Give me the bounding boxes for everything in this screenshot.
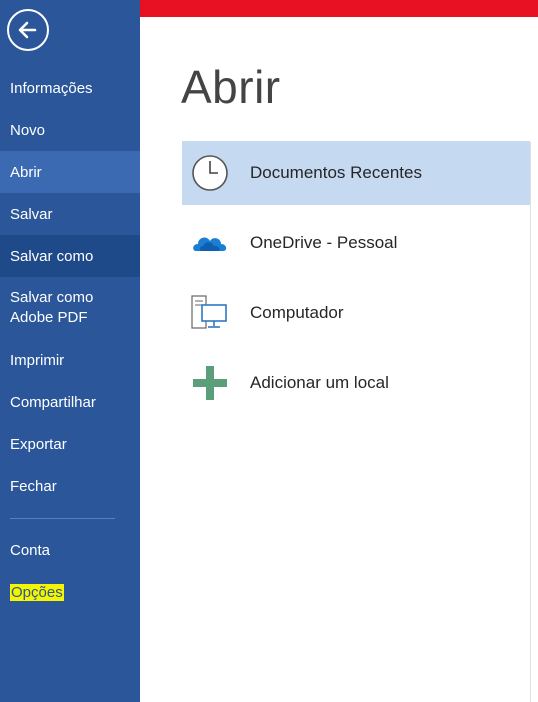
nav-salvar-como-adobe-pdf[interactable]: Salvar como Adobe PDF — [0, 277, 140, 339]
nav-fechar[interactable]: Fechar — [0, 465, 140, 507]
top-accent-bar — [140, 0, 538, 17]
nav-label: Fechar — [10, 477, 57, 495]
nav-label: Salvar como — [10, 247, 94, 265]
pane-divider — [530, 142, 531, 702]
location-documentos-recentes[interactable]: Documentos Recentes — [182, 141, 530, 205]
location-label: OneDrive - Pessoal — [250, 233, 398, 252]
location-label: Adicionar um local — [250, 373, 389, 392]
plus-icon — [193, 366, 227, 400]
back-arrow-icon — [18, 21, 37, 39]
location-adicionar-um-local[interactable]: Adicionar um local — [182, 351, 530, 415]
nav-label: Exportar — [10, 435, 67, 453]
location-onedrive-pessoal[interactable]: OneDrive - Pessoal — [182, 211, 530, 275]
nav-label: Salvar — [10, 205, 53, 223]
location-label: Documentos Recentes — [250, 163, 422, 182]
onedrive-cloud-icon — [193, 237, 227, 251]
backstage-sidebar: Informações Novo Abrir Salvar Salvar com… — [0, 0, 140, 702]
nav-novo[interactable]: Novo — [0, 109, 140, 151]
nav-divider — [10, 518, 115, 519]
nav-exportar[interactable]: Exportar — [0, 423, 140, 465]
nav-abrir[interactable]: Abrir — [0, 151, 140, 193]
nav-label: Conta — [10, 541, 51, 559]
nav-opcoes[interactable]: Opções — [0, 571, 140, 613]
clock-icon — [192, 155, 228, 191]
nav-compartilhar[interactable]: Compartilhar — [0, 381, 140, 423]
location-computador[interactable]: Computador — [182, 281, 530, 345]
back-button[interactable] — [7, 9, 49, 51]
nav-label: Salvar como Adobe PDF — [10, 289, 94, 326]
nav-informacoes[interactable]: Informações — [0, 67, 140, 109]
nav-label: Abrir — [10, 163, 42, 181]
nav-conta[interactable]: Conta — [0, 529, 140, 571]
computer-icon — [191, 295, 227, 329]
nav-label: Novo — [10, 121, 46, 139]
nav-imprimir[interactable]: Imprimir — [0, 339, 140, 381]
nav-label: Imprimir — [10, 351, 65, 369]
nav-label: Informações — [10, 79, 93, 97]
page-title: Abrir — [181, 61, 281, 113]
nav-label: Compartilhar — [10, 393, 96, 411]
nav-salvar-como[interactable]: Salvar como — [0, 235, 140, 277]
location-label: Computador — [250, 303, 344, 322]
nav-salvar[interactable]: Salvar — [0, 193, 140, 235]
nav-label: Opções — [10, 583, 64, 601]
